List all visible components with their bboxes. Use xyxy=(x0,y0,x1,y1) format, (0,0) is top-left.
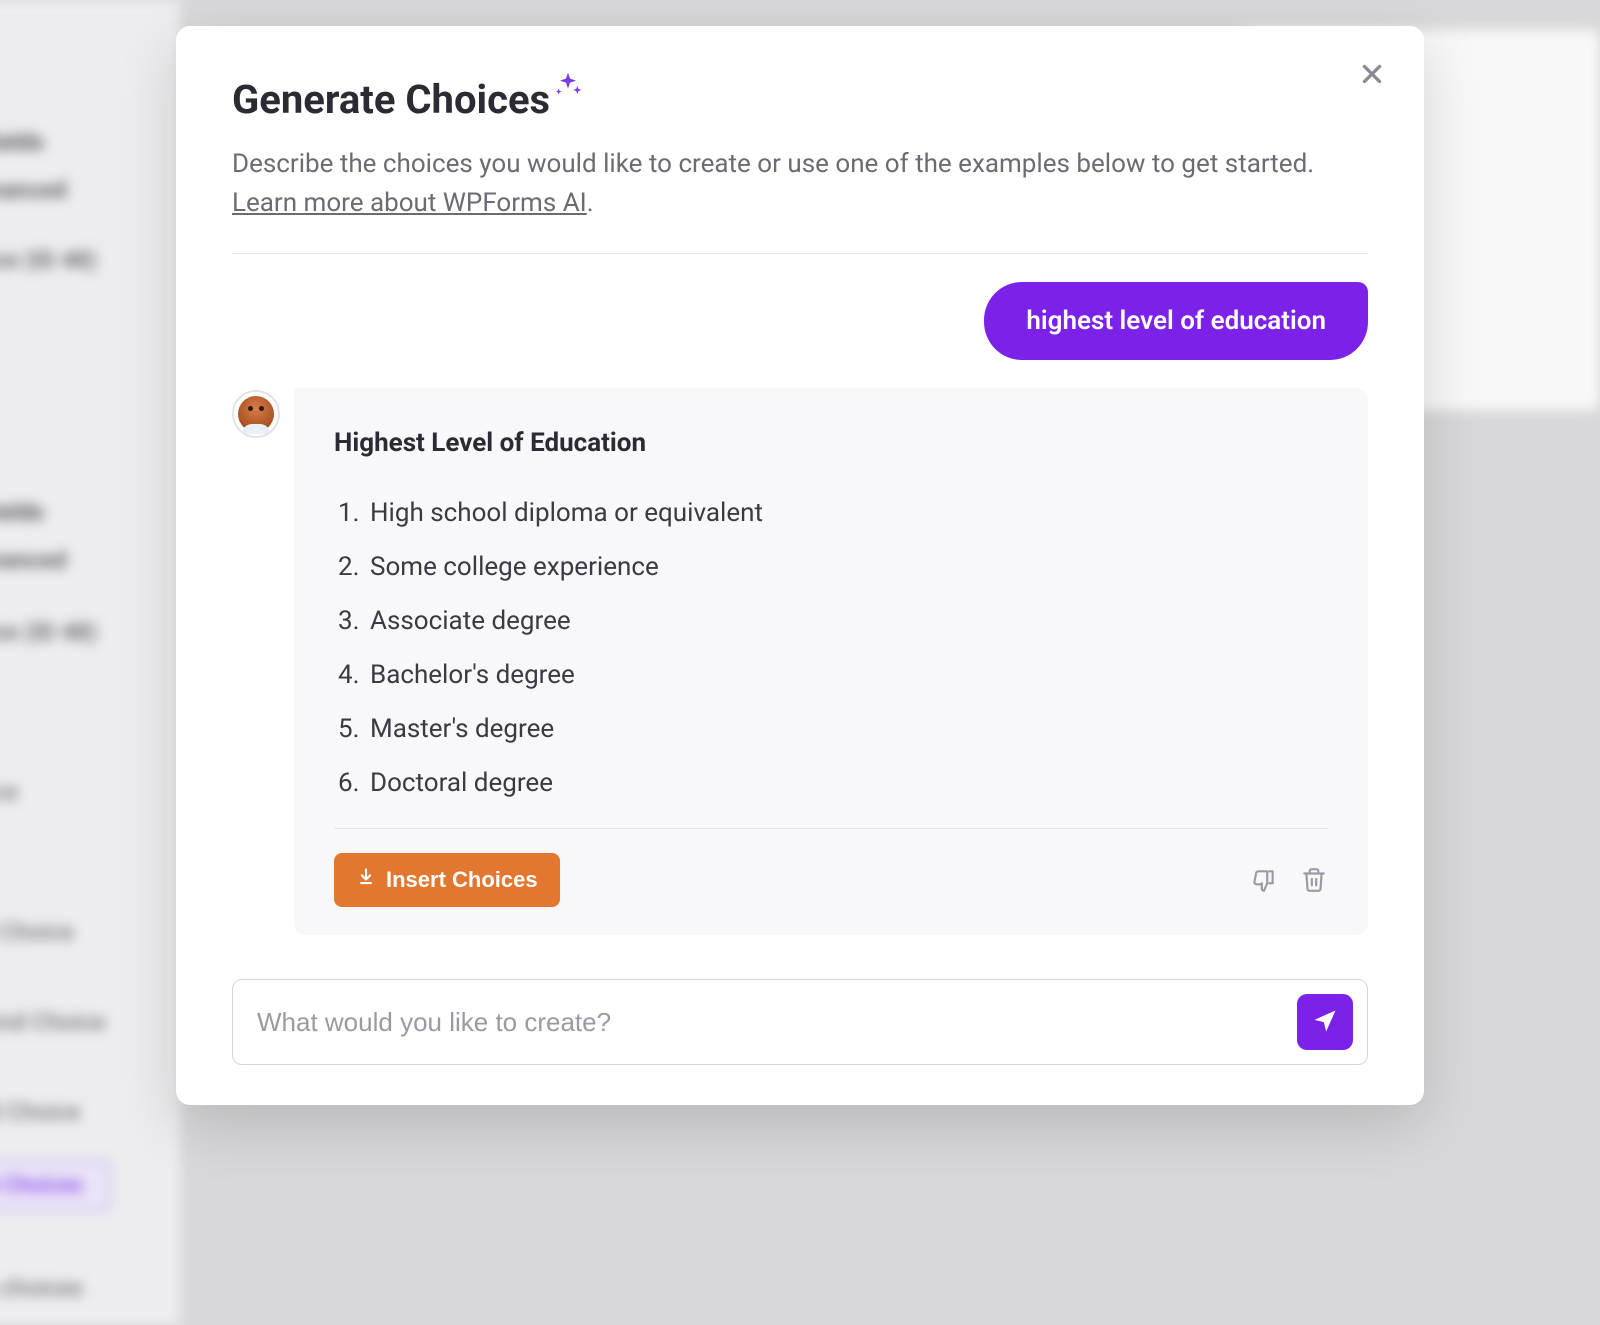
composer-input[interactable] xyxy=(257,1007,1283,1038)
list-item: Bachelor's degree xyxy=(334,648,1328,702)
close-icon[interactable] xyxy=(1350,52,1394,96)
send-button[interactable] xyxy=(1297,994,1353,1050)
ai-actions-row: Insert Choices xyxy=(334,853,1328,907)
ai-choices-list: High school diploma or equivalentSome co… xyxy=(334,486,1328,810)
modal-title: Generate Choices xyxy=(232,76,550,123)
generate-choices-modal: Generate Choices Describe the choices yo… xyxy=(176,26,1424,1105)
ai-divider xyxy=(334,828,1328,829)
user-message-row: highest level of education xyxy=(232,282,1368,360)
list-item: High school diploma or equivalent xyxy=(334,486,1328,540)
insert-choices-button[interactable]: Insert Choices xyxy=(334,853,560,907)
ai-response-card: Highest Level of Education High school d… xyxy=(294,388,1368,935)
list-item: Associate degree xyxy=(334,594,1328,648)
list-item: Some college experience xyxy=(334,540,1328,594)
download-icon xyxy=(356,867,376,893)
sparkle-icon xyxy=(552,70,584,106)
send-icon xyxy=(1311,1007,1339,1038)
list-item: Master's degree xyxy=(334,702,1328,756)
modal-subtitle: Describe the choices you would like to c… xyxy=(232,145,1368,223)
ai-response-title: Highest Level of Education xyxy=(334,428,1328,458)
header-divider xyxy=(232,253,1368,254)
ai-response-row: Highest Level of Education High school d… xyxy=(232,388,1368,935)
user-message-bubble: highest level of education xyxy=(984,282,1368,360)
trash-icon[interactable] xyxy=(1300,866,1328,894)
ai-avatar xyxy=(232,390,280,438)
learn-more-link[interactable]: Learn more about WPForms AI xyxy=(232,188,587,218)
list-item: Doctoral degree xyxy=(334,756,1328,810)
composer xyxy=(232,979,1368,1065)
modal-overlay: Generate Choices Describe the choices yo… xyxy=(0,0,1600,1325)
insert-choices-label: Insert Choices xyxy=(386,867,538,893)
thumbs-down-icon[interactable] xyxy=(1250,866,1278,894)
modal-header: Generate Choices Describe the choices yo… xyxy=(232,76,1368,223)
ai-feedback-icons xyxy=(1250,866,1328,894)
